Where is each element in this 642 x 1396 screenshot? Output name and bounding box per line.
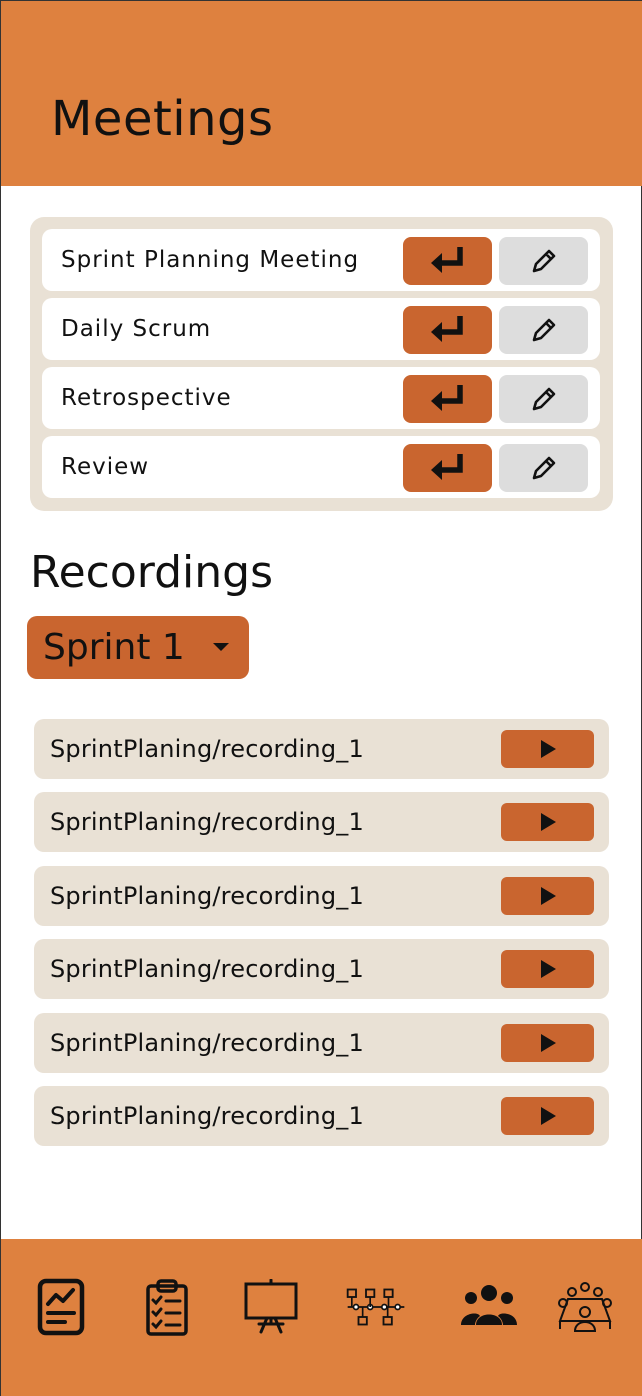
play-recording-button[interactable] [501,803,594,841]
play-recording-button[interactable] [501,730,594,768]
play-icon [540,740,556,758]
play-icon [540,960,556,978]
enter-icon [430,385,463,411]
join-meeting-button[interactable] [403,237,492,285]
recording-label: SprintPlaning/recording_1 [50,882,364,910]
play-icon [540,1107,556,1125]
meeting-label: Review [61,454,150,480]
recordings-title: Recordings [30,547,273,598]
nav-meetings-button[interactable] [555,1275,615,1339]
page-title: Meetings [51,91,274,147]
play-recording-button[interactable] [501,1024,594,1062]
meeting-row-sprint-planning: Sprint Planning Meeting [42,229,600,291]
recording-label: SprintPlaning/recording_1 [50,955,364,983]
pencil-icon [532,387,555,411]
recording-row: SprintPlaning/recording_1 [34,792,609,852]
join-meeting-button[interactable] [403,306,492,354]
nav-tasks-button[interactable] [137,1275,197,1339]
play-icon [540,1034,556,1052]
nav-team-button[interactable] [459,1275,519,1339]
play-recording-button[interactable] [501,950,594,988]
presentation-board-icon [244,1279,298,1334]
edit-meeting-button[interactable] [499,375,588,423]
clipboard-checklist-icon [146,1279,188,1336]
recording-row: SprintPlaning/recording_1 [34,1086,609,1146]
play-recording-button[interactable] [501,877,594,915]
recording-row: SprintPlaning/recording_1 [34,939,609,999]
nav-reports-button[interactable] [31,1275,91,1339]
meeting-row-retrospective: Retrospective [42,367,600,429]
join-meeting-button[interactable] [403,444,492,492]
team-group-icon [461,1285,517,1325]
chevron-down-icon [213,643,229,651]
meeting-label: Daily Scrum [61,316,212,342]
recording-label: SprintPlaning/recording_1 [50,1102,364,1130]
enter-icon [430,454,463,480]
enter-icon [430,316,463,342]
recording-label: SprintPlaning/recording_1 [50,808,364,836]
meeting-table-icon [558,1282,612,1332]
app-header: Meetings [1,1,642,186]
nav-board-button[interactable] [241,1275,301,1339]
meeting-label: Sprint Planning Meeting [61,247,360,273]
sprint-select-dropdown[interactable]: Sprint 1 [27,616,249,679]
meeting-row-daily-scrum: Daily Scrum [42,298,600,360]
meetings-list: Sprint Planning Meeting Daily Scrum Retr… [30,217,613,511]
play-recording-button[interactable] [501,1097,594,1135]
recording-row: SprintPlaning/recording_1 [34,719,609,779]
edit-meeting-button[interactable] [499,306,588,354]
edit-meeting-button[interactable] [499,444,588,492]
report-chart-icon [37,1278,85,1336]
workflow-diagram-icon [346,1288,405,1326]
pencil-icon [532,318,555,342]
enter-icon [430,247,463,273]
sprint-select-value: Sprint 1 [43,627,185,668]
meeting-label: Retrospective [61,385,232,411]
pencil-icon [532,456,555,480]
meeting-row-review: Review [42,436,600,498]
bottom-nav [1,1239,642,1396]
recording-row: SprintPlaning/recording_1 [34,1013,609,1073]
join-meeting-button[interactable] [403,375,492,423]
play-icon [540,813,556,831]
recording-label: SprintPlaning/recording_1 [50,735,364,763]
recording-row: SprintPlaning/recording_1 [34,866,609,926]
pencil-icon [532,249,555,273]
play-icon [540,887,556,905]
recording-label: SprintPlaning/recording_1 [50,1029,364,1057]
edit-meeting-button[interactable] [499,237,588,285]
nav-workflow-button[interactable] [346,1275,406,1339]
